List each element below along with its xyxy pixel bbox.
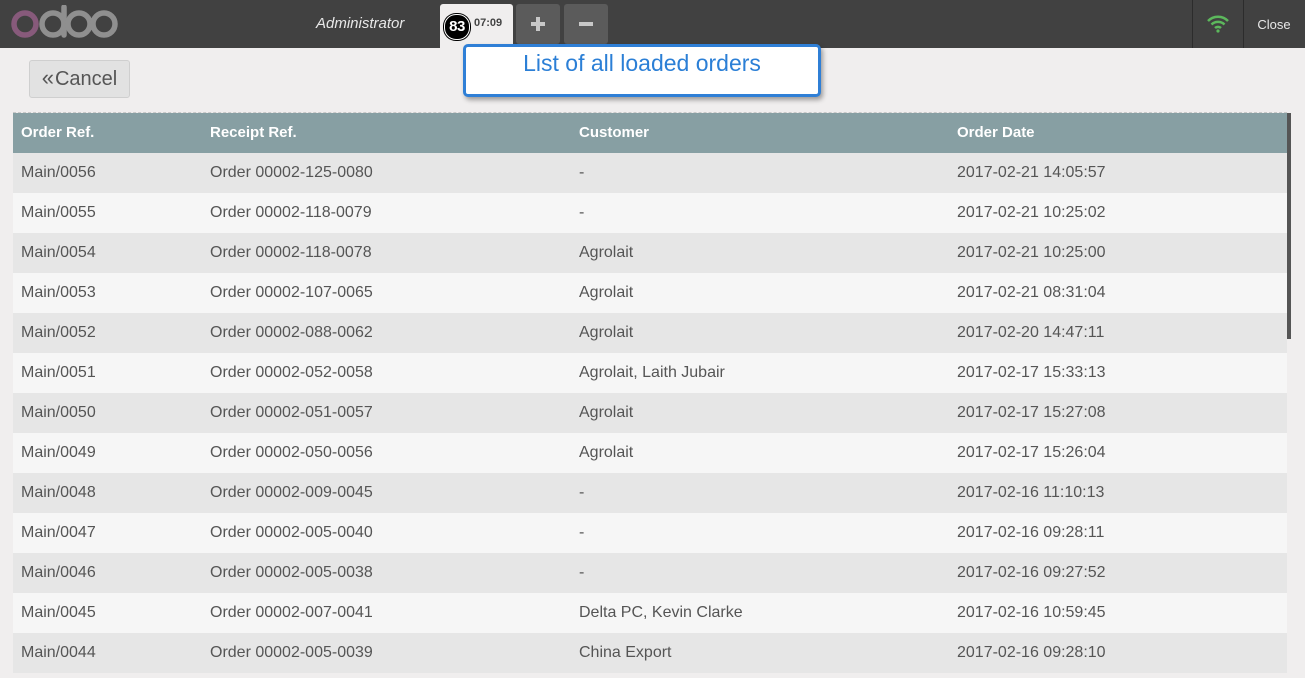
order-tab[interactable]: 83 07:09 <box>440 4 513 48</box>
table-cell: 2017-02-17 15:27:08 <box>957 404 1106 421</box>
table-row[interactable]: Main/0046 Order 00002-005-0038 - 2017-02-16… <box>13 553 1287 593</box>
table-cell: Main/0046 <box>21 564 96 581</box>
table-cell: Order 00002-005-0038 <box>210 564 373 581</box>
minus-icon <box>579 22 593 26</box>
table-row[interactable]: Main/0050 Order 00002-051-0057 Agrolait 201… <box>13 393 1287 433</box>
table-cell: Order 00002-088-0062 <box>210 324 373 341</box>
table-cell: 2017-02-16 09:27:52 <box>957 564 1106 581</box>
double-chevron-left-icon: « <box>41 65 54 90</box>
table-row[interactable]: Main/0048 Order 00002-009-0045 - 2017-02-16… <box>13 473 1287 513</box>
table-cell: Main/0054 <box>21 244 96 261</box>
table-cell: - <box>579 484 585 501</box>
table-row[interactable]: Main/0052 Order 00002-088-0062 Agrolait 201… <box>13 313 1287 353</box>
column-header: Customer <box>579 124 650 141</box>
table-cell: - <box>579 204 585 221</box>
table-cell: Main/0048 <box>21 484 96 501</box>
odoo-logo <box>11 5 118 38</box>
table-cell: 2017-02-21 08:31:04 <box>957 284 1106 301</box>
scrollbar[interactable] <box>1287 113 1291 339</box>
table-cell: Main/0044 <box>21 644 96 661</box>
table-cell: Order 00002-052-0058 <box>210 364 373 381</box>
table-cell: Main/0051 <box>21 364 96 381</box>
table-cell: Agrolait <box>579 324 634 341</box>
table-cell: Main/0045 <box>21 604 96 621</box>
connection-status[interactable] <box>1192 0 1244 48</box>
table-cell: - <box>579 564 585 581</box>
table-row[interactable]: Main/0045 Order 00002-007-0041 Delta PC, K… <box>13 593 1287 633</box>
table-cell: Order 00002-125-0080 <box>210 164 373 181</box>
table-cell: Order 00002-005-0040 <box>210 524 373 541</box>
column-header: Receipt Ref. <box>210 124 297 141</box>
table-cell: Order 00002-050-0056 <box>210 444 373 461</box>
cancel-button[interactable]: « Cancel <box>29 60 130 98</box>
cancel-label: Cancel <box>54 67 118 90</box>
table-cell: Main/0056 <box>21 164 96 181</box>
table-cell: 2017-02-17 15:33:13 <box>957 364 1106 381</box>
table-cell: 2017-02-21 10:25:02 <box>957 204 1106 221</box>
table-cell: Order 00002-005-0039 <box>210 644 373 661</box>
table-cell: Order 00002-118-0078 <box>210 244 372 261</box>
table-cell: Agrolait <box>579 444 634 461</box>
table-cell: China Export <box>579 644 672 661</box>
table-cell: 2017-02-21 14:05:57 <box>957 164 1106 181</box>
table-cell: Order 00002-107-0065 <box>210 284 373 301</box>
table-cell: - <box>579 524 585 541</box>
table-cell: Main/0052 <box>21 324 96 341</box>
table-cell: Agrolait <box>579 244 634 261</box>
table-row[interactable]: Main/0047 Order 00002-005-0040 - 2017-02-16… <box>13 513 1287 553</box>
table-cell: Main/0047 <box>21 524 96 541</box>
table-cell: 2017-02-17 15:26:04 <box>957 444 1106 461</box>
plus-icon <box>531 17 545 31</box>
annotation-callout: List of all loaded orders <box>463 44 821 97</box>
orders-table: Order Ref. Receipt Ref. Customer Order D… <box>13 113 1287 673</box>
remove-order-button[interactable] <box>564 4 608 44</box>
table-cell: Order 00002-051-0057 <box>210 404 373 421</box>
user-name: Administrator <box>316 15 405 32</box>
table-row[interactable]: Main/0051 Order 00002-052-0058 Agrolait, L… <box>13 353 1287 393</box>
table-row[interactable]: Main/0044 Order 00002-005-0039 China Expor… <box>13 633 1287 673</box>
table-cell: Order 00002-007-0041 <box>210 604 373 621</box>
table-cell: 2017-02-16 11:10:13 <box>957 484 1105 501</box>
table-cell: 2017-02-16 09:28:10 <box>957 644 1106 661</box>
table-row[interactable]: Main/0055 Order 00002-118-0079 - 2017-02-21… <box>13 193 1287 233</box>
table-row[interactable]: Main/0053 Order 00002-107-0065 Agrolait 201… <box>13 273 1287 313</box>
table-cell: Agrolait <box>579 284 634 301</box>
column-header: Order Ref. <box>21 124 95 141</box>
order-sequence-badge: 83 <box>444 14 470 40</box>
table-cell: - <box>579 164 585 181</box>
wifi-icon <box>1207 15 1229 33</box>
table-cell: 2017-02-20 14:47:11 <box>957 324 1105 341</box>
table-row[interactable]: Main/0054 Order 00002-118-0078 Agrolait 201… <box>13 233 1287 273</box>
table-cell: Main/0055 <box>21 204 96 221</box>
table-body: Main/0056 Order 00002-125-0080 - 2017-02-21… <box>13 153 1287 673</box>
top-bar: Administrator 83 07:09 Close <box>0 0 1305 48</box>
table-cell: Agrolait, Laith Jubair <box>579 364 725 381</box>
table-header: Order Ref. Receipt Ref. Customer Order D… <box>13 113 1287 153</box>
column-header: Order Date <box>957 124 1035 141</box>
table-cell: Delta PC, Kevin Clarke <box>579 604 743 621</box>
table-cell: Order 00002-118-0079 <box>210 204 372 221</box>
close-button[interactable]: Close <box>1243 0 1305 48</box>
table-row[interactable]: Main/0056 Order 00002-125-0080 - 2017-02-21… <box>13 153 1287 193</box>
table-cell: 2017-02-21 10:25:00 <box>957 244 1106 261</box>
table-cell: Order 00002-009-0045 <box>210 484 373 501</box>
table-cell: 2017-02-16 09:28:11 <box>957 524 1105 541</box>
table-cell: Main/0050 <box>21 404 96 421</box>
order-time: 07:09 <box>474 17 503 29</box>
table-cell: 2017-02-16 10:59:45 <box>957 604 1106 621</box>
table-cell: Main/0053 <box>21 284 96 301</box>
add-order-button[interactable] <box>516 4 560 44</box>
table-row[interactable]: Main/0049 Order 00002-050-0056 Agrolait 201… <box>13 433 1287 473</box>
table-cell: Agrolait <box>579 404 634 421</box>
table-cell: Main/0049 <box>21 444 96 461</box>
